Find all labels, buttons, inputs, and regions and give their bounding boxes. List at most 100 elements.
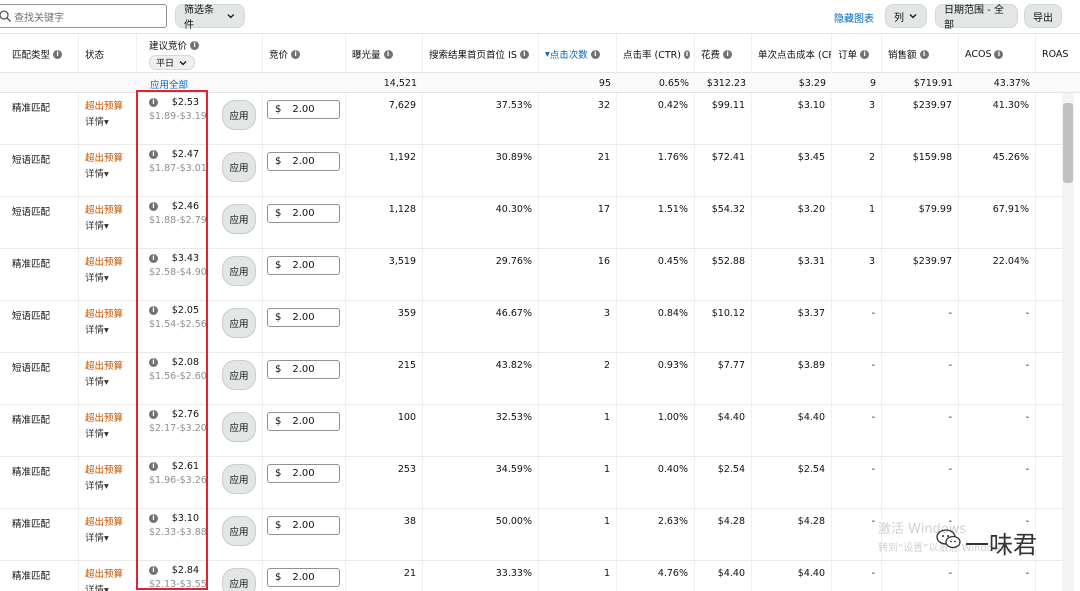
bid-input[interactable]: $2.00 [267, 568, 340, 587]
details-dropdown[interactable]: 详情▾ [85, 218, 136, 232]
info-icon[interactable]: i [149, 410, 158, 419]
over-budget-status[interactable]: 超出预算 [85, 358, 136, 372]
header-orders[interactable]: 订单 i [832, 34, 882, 74]
over-budget-status[interactable]: 超出预算 [85, 150, 136, 164]
info-icon[interactable]: i [149, 98, 158, 107]
info-icon[interactable]: i [590, 49, 600, 59]
match-type-cell: 短语匹配 [0, 197, 79, 249]
info-icon[interactable]: i [383, 49, 393, 59]
header-cpc[interactable]: 单次点击成本 (CPC) [752, 34, 832, 74]
impressions-cell: 253 [346, 457, 423, 509]
suggested-bid-cell: i $2.76 $2.17-$3.20 [137, 405, 217, 457]
bid-input[interactable]: $2.00 [267, 308, 340, 327]
info-icon[interactable]: i [149, 150, 158, 159]
apply-all-link[interactable]: 应用全部 [150, 77, 188, 91]
top-of-search-cell: 43.82% [423, 353, 539, 405]
info-icon[interactable]: i [683, 49, 690, 59]
info-icon[interactable]: i [53, 49, 63, 59]
header-sales[interactable]: 销售额 i [882, 34, 959, 74]
header-top-of-search[interactable]: 搜索结果首页首位 IS i [423, 34, 539, 74]
bid-input[interactable]: $2.00 [267, 256, 340, 275]
apply-button[interactable]: 应用 [222, 308, 256, 338]
search-input[interactable]: 查找关键字 [0, 4, 167, 28]
details-dropdown[interactable]: 详情▾ [85, 426, 136, 440]
bid-input[interactable]: $2.00 [267, 360, 340, 379]
over-budget-status[interactable]: 超出预算 [85, 462, 136, 476]
bid-input[interactable]: $2.00 [267, 152, 340, 171]
suggested-bid-value: $3.10 [171, 513, 199, 524]
details-dropdown[interactable]: 详情▾ [85, 374, 136, 388]
header-roas[interactable]: ROAS [1036, 34, 1080, 74]
suggested-bid-value: $2.47 [171, 149, 199, 160]
info-icon[interactable]: i [149, 566, 158, 575]
header-suggested-bid[interactable]: 建议竞价 i 平日 [137, 34, 263, 74]
bid-input[interactable]: $2.00 [267, 516, 340, 535]
suggested-bid-cell: i $2.53 $1.89-$3.19 [137, 93, 217, 145]
details-dropdown[interactable]: 详情▾ [85, 114, 136, 128]
info-icon[interactable]: i [919, 49, 929, 59]
info-icon[interactable]: i [723, 49, 733, 59]
details-dropdown[interactable]: 详情▾ [85, 322, 136, 336]
apply-button[interactable]: 应用 [222, 568, 256, 591]
hide-chart-link[interactable]: 隐藏图表 [834, 10, 874, 25]
header-impressions[interactable]: 曝光量 i [346, 34, 423, 74]
details-dropdown[interactable]: 详情▾ [85, 478, 136, 492]
header-label: 曝光量 [352, 50, 381, 61]
apply-button[interactable]: 应用 [222, 412, 256, 442]
info-icon[interactable]: i [149, 202, 158, 211]
info-icon[interactable]: i [519, 49, 529, 59]
info-icon[interactable]: i [149, 462, 158, 471]
info-icon[interactable]: i [149, 358, 158, 367]
filter-button[interactable]: 筛选条件 [175, 4, 245, 31]
details-dropdown[interactable]: 详情▾ [85, 270, 136, 284]
info-icon[interactable]: i [149, 514, 158, 523]
columns-button[interactable]: 列 [885, 4, 927, 28]
bid-input[interactable]: $2.00 [267, 100, 340, 119]
apply-button[interactable]: 应用 [222, 204, 256, 234]
period-select[interactable]: 平日 [149, 55, 196, 70]
total-impressions: 14,521 [383, 77, 417, 89]
date-range-button[interactable]: 日期范围 - 全部 [935, 4, 1018, 31]
scrollbar-thumb[interactable] [1063, 103, 1073, 183]
header-ctr[interactable]: 点击率 (CTR) i [617, 34, 695, 74]
apply-button[interactable]: 应用 [222, 100, 256, 130]
acos-cell: 67.91% [959, 197, 1036, 249]
apply-button[interactable]: 应用 [222, 256, 256, 286]
bid-input[interactable]: $2.00 [267, 464, 340, 483]
info-icon[interactable]: i [291, 49, 301, 59]
header-status[interactable]: 状态 [79, 34, 137, 74]
over-budget-status[interactable]: 超出预算 [85, 410, 136, 424]
header-clicks[interactable]: ▾ 点击次数 i [539, 34, 617, 74]
info-icon[interactable]: i [994, 49, 1004, 59]
over-budget-status[interactable]: 超出预算 [85, 98, 136, 112]
details-dropdown[interactable]: 详情▾ [85, 582, 136, 591]
info-icon[interactable]: i [860, 49, 870, 59]
suggested-bid-range: $1.87-$3.01 [149, 163, 207, 174]
top-of-search-cell: 29.76% [423, 249, 539, 301]
apply-button[interactable]: 应用 [222, 360, 256, 390]
header-match-type[interactable]: 匹配类型 i [0, 34, 79, 74]
info-icon[interactable]: i [149, 306, 158, 315]
apply-button[interactable]: 应用 [222, 464, 256, 494]
over-budget-status[interactable]: 超出预算 [85, 566, 136, 580]
header-bid[interactable]: 竞价 i [263, 34, 346, 74]
details-label: 详情 [85, 429, 105, 440]
over-budget-status[interactable]: 超出预算 [85, 514, 136, 528]
bid-input[interactable]: $2.00 [267, 412, 340, 431]
apply-button[interactable]: 应用 [222, 516, 256, 546]
apply-button[interactable]: 应用 [222, 152, 256, 182]
over-budget-status[interactable]: 超出预算 [85, 254, 136, 268]
details-dropdown[interactable]: 详情▾ [85, 530, 136, 544]
over-budget-status[interactable]: 超出预算 [85, 306, 136, 320]
export-button[interactable]: 导出 [1024, 4, 1062, 28]
bid-input[interactable]: $2.00 [267, 204, 340, 223]
suggested-bid-value: $2.46 [171, 201, 199, 212]
details-dropdown[interactable]: 详情▾ [85, 166, 136, 180]
over-budget-status[interactable]: 超出预算 [85, 202, 136, 216]
ctr-cell: 0.84% [617, 301, 695, 353]
info-icon[interactable]: i [149, 254, 158, 263]
header-acos[interactable]: ACOS i [959, 34, 1036, 74]
header-spend[interactable]: 花费 i [695, 34, 752, 74]
info-icon[interactable]: i [190, 40, 200, 50]
vertical-scrollbar[interactable] [1062, 93, 1074, 591]
